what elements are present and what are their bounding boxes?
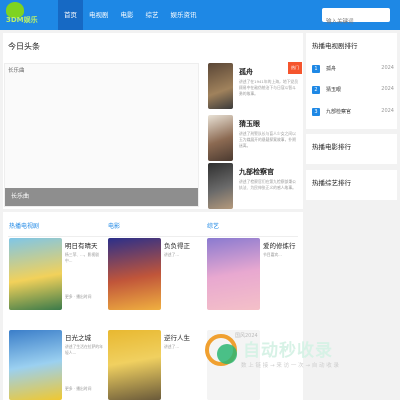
item-title[interactable]: 逆行人生 bbox=[164, 332, 190, 342]
hero-alt-text: 长乐曲 bbox=[8, 68, 25, 74]
poster[interactable] bbox=[9, 238, 62, 310]
poster[interactable] bbox=[9, 330, 62, 400]
feature-title[interactable]: 猜玉眼 bbox=[239, 119, 260, 129]
item-meta: 更多 · 播出时间 bbox=[65, 386, 92, 391]
feature-thumb[interactable] bbox=[208, 115, 233, 161]
headline-title: 今日头条 bbox=[8, 42, 40, 51]
tv-rank-card: 热播电视剧排行 1 孤舟 2024 2 猜玉眼 2024 3 九部检察官 202… bbox=[306, 33, 397, 129]
logo-text: 3DM娱乐 bbox=[6, 16, 38, 24]
item-desc: 讲述了... bbox=[164, 344, 180, 349]
feature-title[interactable]: 九部检察官 bbox=[239, 167, 274, 177]
variety-rank-card: 热播综艺排行 bbox=[306, 170, 397, 200]
watermark-title: 自动秒收录 bbox=[243, 341, 333, 361]
rank-item[interactable]: 3 九部检察官 2024 bbox=[312, 106, 394, 119]
col-heading-movie[interactable]: 电影 bbox=[108, 221, 120, 230]
rank-year: 2024 bbox=[381, 86, 394, 92]
col-heading-tv[interactable]: 热播电视剧 bbox=[9, 221, 39, 230]
divider bbox=[8, 236, 298, 237]
rank-number: 3 bbox=[312, 108, 320, 116]
nav-item-news[interactable]: 娱乐资讯 bbox=[165, 0, 203, 30]
nav-items: 首页 电视剧 电影 综艺 娱乐资讯 bbox=[58, 0, 203, 30]
hot-ribbon: 热门 bbox=[288, 62, 302, 74]
rank-number: 2 bbox=[312, 86, 320, 94]
feature-title[interactable]: 孤舟 bbox=[239, 67, 253, 77]
watermark-logo-icon bbox=[217, 344, 237, 364]
poster[interactable] bbox=[108, 238, 161, 310]
nav-item-tv[interactable]: 电视剧 bbox=[83, 0, 115, 30]
movie-rank-card: 热播电影排行 bbox=[306, 134, 397, 164]
feature-thumb[interactable] bbox=[208, 63, 233, 109]
rank-number: 1 bbox=[312, 65, 320, 73]
site-logo[interactable]: 3DM娱乐 bbox=[6, 2, 48, 28]
hero-image[interactable]: 长乐曲 长乐曲 bbox=[4, 63, 199, 207]
item-desc: 节目嘉宾... bbox=[263, 252, 282, 257]
nav-item-home[interactable]: 首页 bbox=[58, 0, 83, 30]
item-desc: 杨三菲、...，影视剧中... bbox=[65, 252, 99, 263]
item-meta: 更多 · 播出时间 bbox=[65, 294, 92, 299]
poster[interactable] bbox=[207, 238, 260, 310]
tv-rank-title: 热播电视剧排行 bbox=[312, 42, 358, 50]
feature-item[interactable]: 九部检察官 讲述了检察官们在第九检察部秉公执法、为民伸张正义的感人故事。 bbox=[208, 163, 303, 209]
feature-item[interactable]: 猜玉眼 讲述了刑警队长与盲人少女之间以玉为媒展开的悬疑探案故事，扑朔迷离。 bbox=[208, 115, 303, 161]
poster[interactable] bbox=[108, 330, 161, 400]
nav-item-variety[interactable]: 综艺 bbox=[140, 0, 165, 30]
feature-desc: 讲述了刑警队长与盲人少女之间以玉为媒展开的悬疑探案故事，扑朔迷离。 bbox=[239, 131, 296, 148]
feature-desc: 讲述了在1941年的上海，地下党员顾易中在敌伪统治下与日寇斗智斗勇的故事。 bbox=[239, 79, 299, 96]
item-title[interactable]: 日光之城 bbox=[65, 332, 91, 342]
item-title[interactable]: 爱的修炼行 bbox=[263, 240, 296, 250]
item-desc: 讲述了... bbox=[164, 252, 180, 257]
rank-year: 2024 bbox=[381, 65, 394, 71]
hero-caption[interactable]: 长乐曲 bbox=[5, 188, 198, 206]
rank-year: 2024 bbox=[381, 108, 394, 114]
movie-rank-title: 热播电影排行 bbox=[312, 143, 351, 151]
item-title[interactable]: 负负得正 bbox=[164, 240, 190, 250]
nav-item-movie[interactable]: 电影 bbox=[115, 0, 140, 30]
col-heading-variety[interactable]: 综艺 bbox=[207, 221, 219, 230]
rank-name[interactable]: 孤舟 bbox=[326, 65, 336, 72]
search-input[interactable] bbox=[322, 15, 390, 29]
feature-desc: 讲述了检察官们在第九检察部秉公执法、为民伸张正义的感人故事。 bbox=[239, 179, 296, 190]
search-box bbox=[322, 8, 390, 29]
rank-name[interactable]: 九部检察官 bbox=[326, 108, 351, 115]
headline-card: 今日头条 长乐曲 长乐曲 孤舟 讲述了在1941年的上海，地下党员顾易中在敌伪统… bbox=[3, 33, 303, 209]
item-title[interactable]: 明日有晴天 bbox=[65, 240, 98, 250]
rank-item[interactable]: 1 孤舟 2024 bbox=[312, 63, 394, 76]
watermark-sub: 数 上 链 接 → 来 访 一 次 → 自 动 收 录 bbox=[241, 363, 339, 369]
rank-name[interactable]: 猜玉眼 bbox=[326, 86, 341, 93]
variety-rank-title: 热播综艺排行 bbox=[312, 179, 351, 187]
feature-thumb[interactable] bbox=[208, 163, 233, 209]
item-desc: 讲述了生活在拉萨的年轻人... bbox=[65, 344, 103, 355]
top-nav: 3DM娱乐 首页 电视剧 电影 综艺 娱乐资讯 bbox=[0, 0, 400, 30]
watermark: 自动秒收录 数 上 链 接 → 来 访 一 次 → 自 动 收 录 bbox=[205, 332, 395, 376]
rank-item[interactable]: 2 猜玉眼 2024 bbox=[312, 84, 394, 97]
